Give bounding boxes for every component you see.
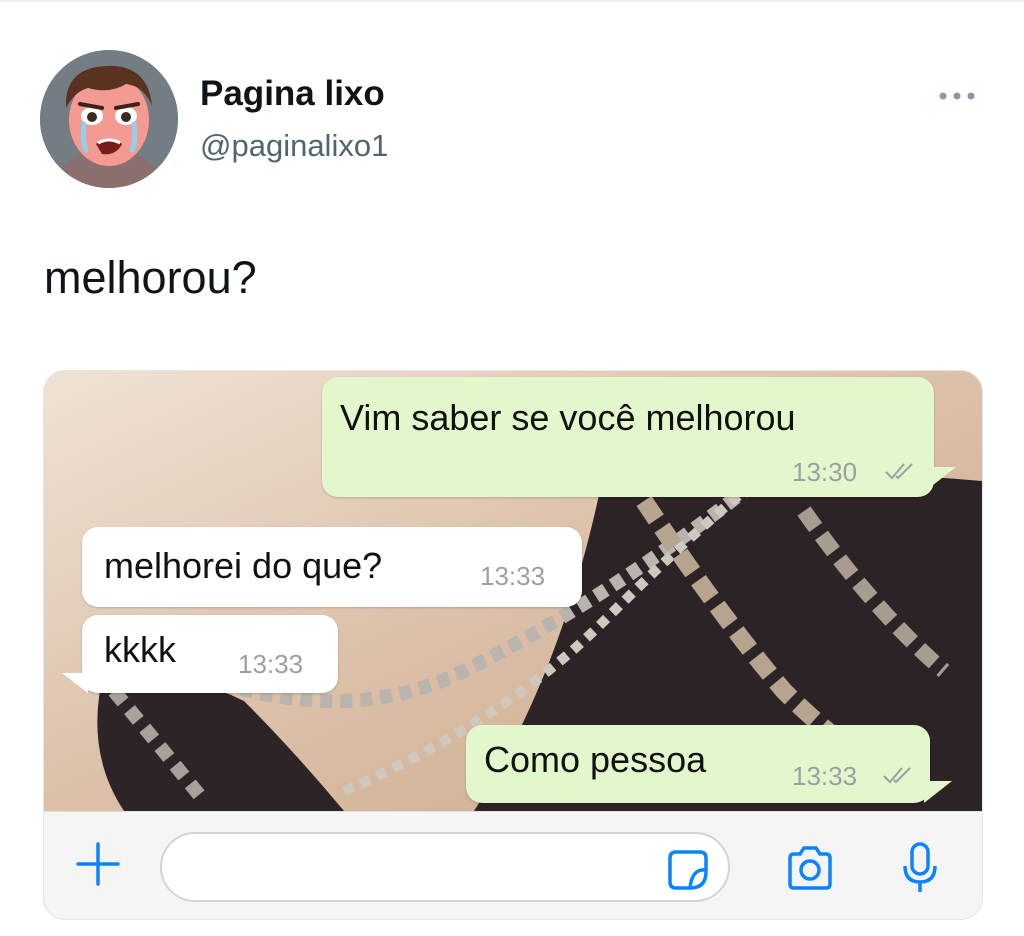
more-horizontal-icon [939, 92, 975, 100]
message-bubble[interactable]: kkkk 13:33 [82, 615, 338, 693]
display-name[interactable]: Pagina lixo [200, 74, 385, 114]
sticker-icon[interactable] [666, 848, 710, 892]
bubble-tail [928, 467, 956, 489]
message-bubble[interactable]: Como pessoa 13:33 [466, 725, 930, 803]
message-composer [44, 811, 982, 919]
message-text: Vim saber se você melhorou [340, 397, 796, 438]
message-time: 13:33 [480, 561, 546, 591]
message-time: 13:33 [792, 761, 858, 791]
message-text: melhorei do que? [104, 545, 383, 586]
read-receipt-icon [883, 767, 911, 784]
camera-icon[interactable] [784, 844, 836, 892]
microphone-icon[interactable] [900, 840, 940, 896]
message-time: 13:33 [238, 649, 304, 679]
bubble-tail [62, 673, 88, 693]
user-handle[interactable]: @paginalixo1 [200, 128, 388, 164]
message-input[interactable] [160, 832, 730, 902]
avatar[interactable] [40, 50, 178, 188]
message-text: Como pessoa [484, 739, 707, 780]
read-receipt-icon [885, 463, 913, 480]
message-time: 13:30 [792, 457, 858, 487]
more-options-button[interactable] [934, 82, 980, 110]
avatar-image [40, 50, 178, 188]
tweet-text: melhorou? [44, 252, 257, 303]
bubble-tail [924, 781, 952, 803]
message-bubble[interactable]: melhorei do que? 13:33 [82, 527, 582, 607]
top-divider [0, 0, 1024, 2]
plus-icon[interactable] [72, 838, 124, 890]
message-text: kkkk [104, 629, 176, 670]
tweet-media-screenshot[interactable]: Vim saber se você melhorou 13:30 melhore… [43, 370, 983, 920]
message-bubble[interactable]: Vim saber se você melhorou 13:30 [322, 377, 934, 497]
